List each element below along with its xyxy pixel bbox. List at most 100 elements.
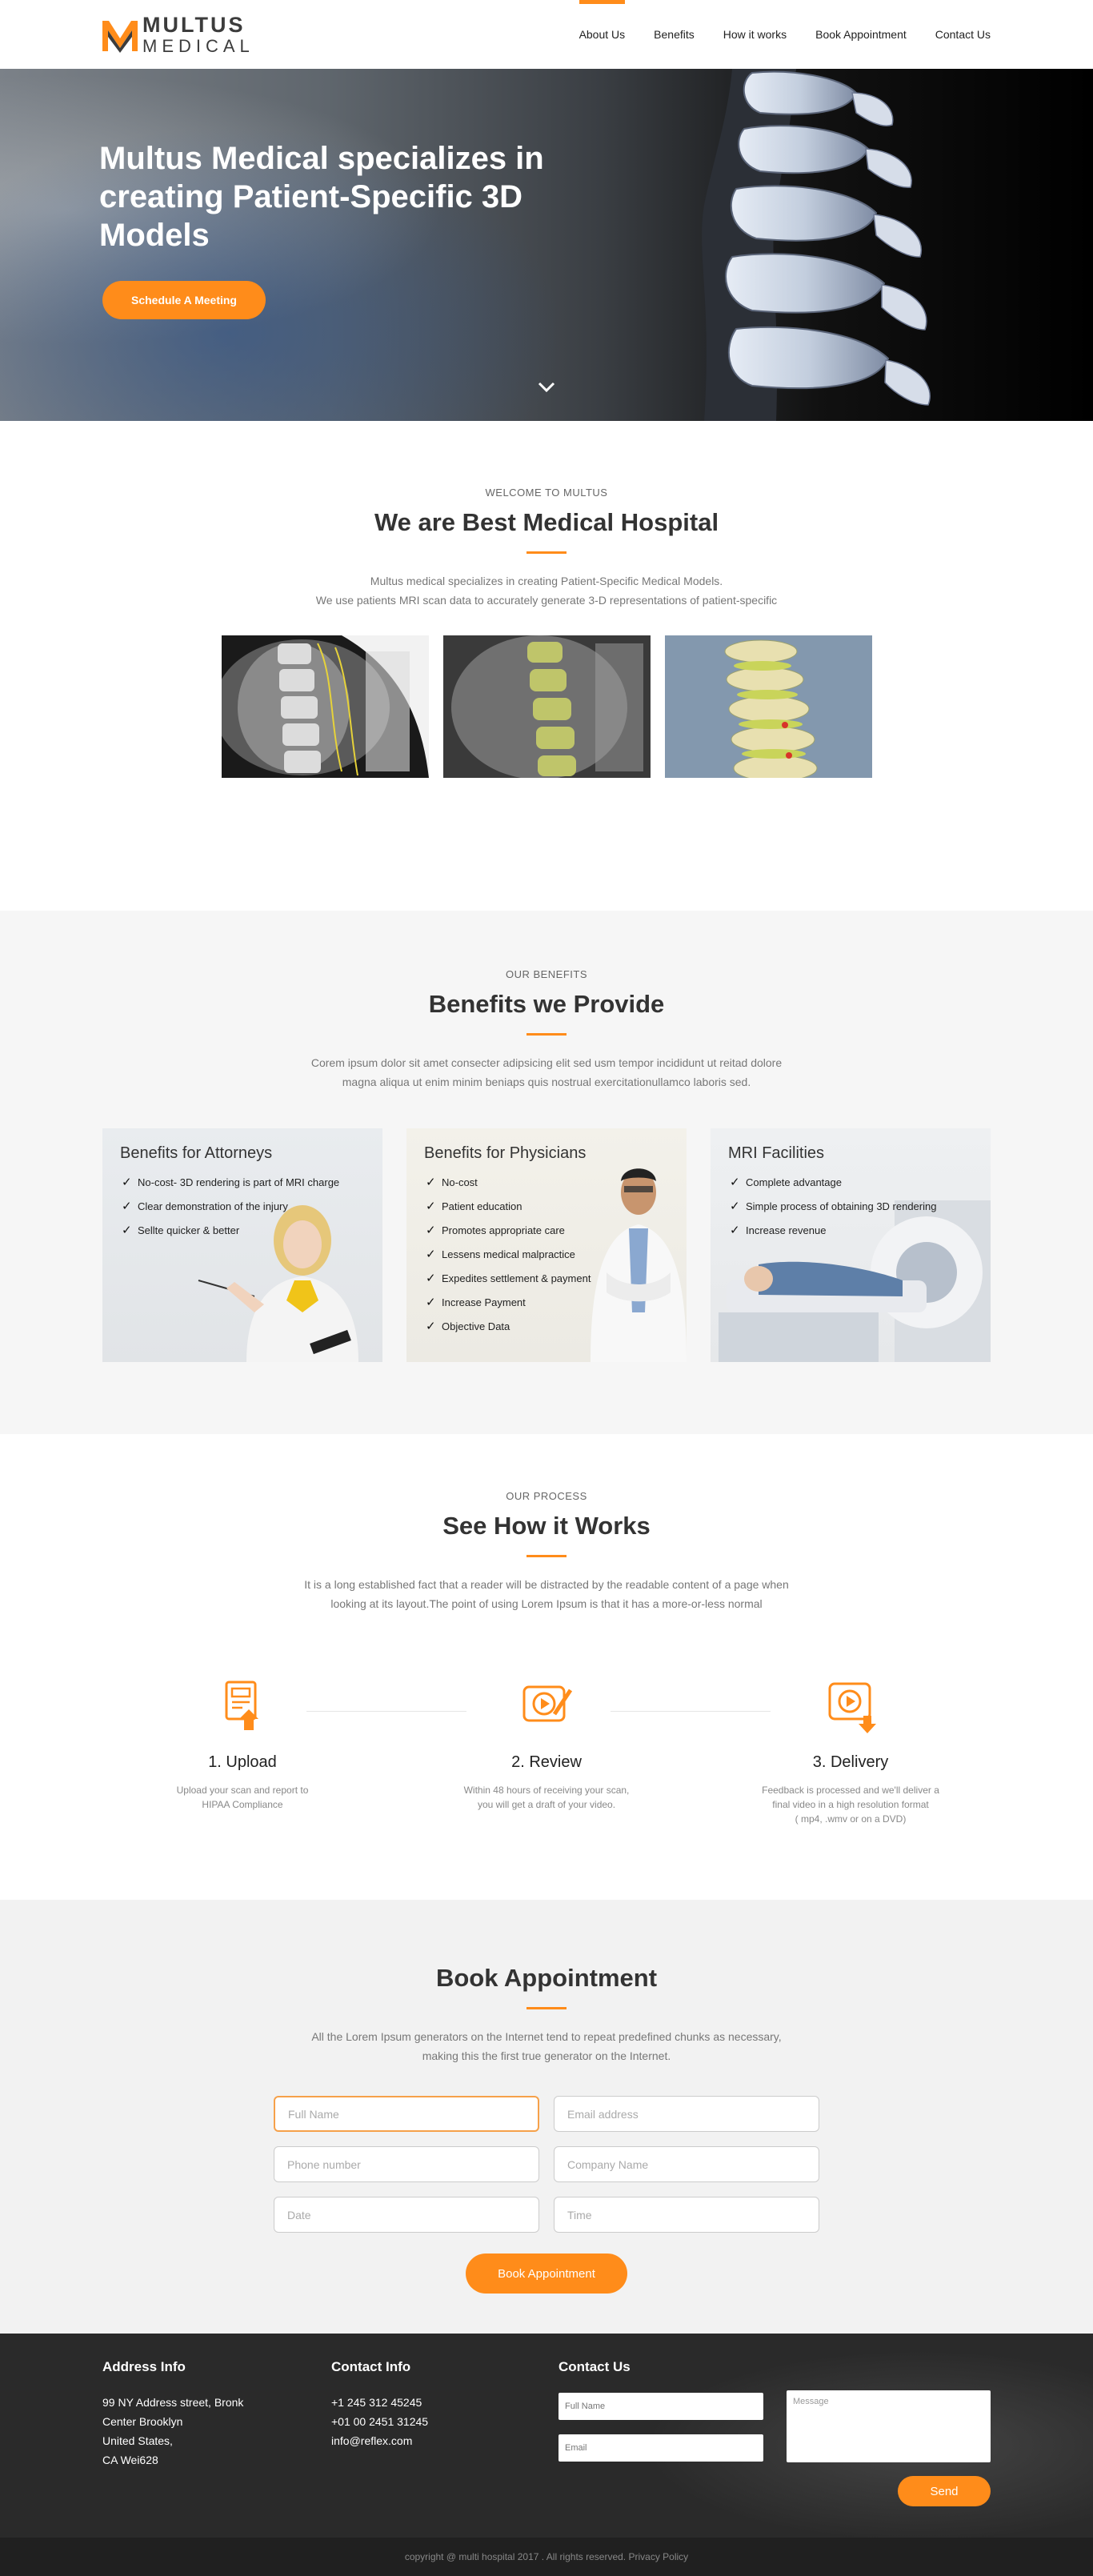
chevron-down-icon[interactable]	[537, 381, 556, 394]
benefit-card-attorneys: Benefits for Attorneys ✓ No-cost- 3D rend…	[102, 1128, 382, 1362]
nav-how-it-works[interactable]: How it works	[723, 0, 787, 69]
mri-scan-image-1	[221, 635, 429, 778]
benefits-text-line1: Corem ipsum dolor sit amet consecter adi…	[310, 1056, 783, 1069]
check-icon: ✓	[730, 1176, 740, 1189]
card-title: MRI Facilities	[728, 1144, 825, 1162]
benefit-card-physicians: Benefits for Physicians ✓ No-cost ✓ Patien…	[406, 1128, 687, 1362]
process-text: It is a long established fact that a rea…	[250, 1575, 843, 1613]
delivery-video-icon	[828, 1682, 876, 1733]
footer-form-title: Contact Us	[559, 2359, 631, 2374]
date-input[interactable]	[274, 2197, 539, 2233]
footer-email[interactable]: info@reflex.com	[331, 2434, 412, 2447]
footer-phone-2[interactable]: +01 00 2451 31245	[331, 2415, 428, 2428]
benefits-title: Benefits we Provide	[428, 990, 665, 1018]
process-text-line2: looking at its layout.The point of using…	[330, 1597, 763, 1610]
footer-name-input[interactable]	[559, 2393, 763, 2420]
copyright-bar: copyright @ multi hospital 2017 . All ri…	[0, 2538, 1093, 2576]
check-icon: ✓	[730, 1224, 740, 1237]
footer-contact-info: Contact Info +1 245 312 45245 +01 00 245…	[331, 2359, 428, 2450]
booking-section: Book Appointment All the Lorem Ipsum gen…	[0, 1900, 1093, 2334]
footer-address-title: Address Info	[102, 2359, 186, 2374]
check-icon: ✓	[122, 1176, 132, 1189]
footer-contact-title: Contact Info	[331, 2359, 411, 2374]
check-icon: ✓	[426, 1176, 436, 1189]
time-input[interactable]	[554, 2197, 819, 2233]
check-icon: ✓	[426, 1248, 436, 1261]
welcome-text-line2: We use patients MRI scan data to accurat…	[315, 594, 778, 607]
benefits-text: Corem ipsum dolor sit amet consecter adi…	[266, 1053, 827, 1092]
hero-title-bold: Multus Medical	[99, 141, 329, 176]
nav-book-appointment[interactable]: Book Appointment	[815, 0, 907, 69]
site-footer: Address Info 99 NY Address street, Bronk…	[0, 2334, 1093, 2538]
nav-benefits[interactable]: Benefits	[654, 0, 695, 69]
list-item: ✓ Lessens medical malpractice	[426, 1243, 687, 1267]
list-item: ✓ Sellte quicker & better	[122, 1219, 382, 1243]
footer-phone-1[interactable]: +1 245 312 45245	[331, 2396, 422, 2409]
welcome-title: We are Best Medical Hospital	[374, 508, 719, 536]
check-icon: ✓	[426, 1320, 436, 1333]
booking-text: All the Lorem Ipsum generators on the In…	[258, 2027, 835, 2065]
welcome-text: Multus medical specializes in creating P…	[242, 571, 851, 610]
list-item: ✓ Expedites settlement & payment	[426, 1267, 687, 1291]
hero-title: Multus Medical specializes in creating P…	[99, 139, 547, 254]
list-item: ✓ No-cost- 3D rendering is part of MRI ch…	[122, 1171, 382, 1195]
spine-model-image	[702, 69, 931, 421]
step-description: Feedback is processed and we'll deliver …	[762, 1785, 939, 1825]
book-appointment-button[interactable]: Book Appointment	[466, 2253, 627, 2294]
main-nav: About Us Benefits How it works Book Appo…	[551, 0, 991, 69]
welcome-eyebrow: WELCOME TO MULTUS	[485, 487, 608, 499]
step-upload: 1. Upload Upload your scan and report to…	[90, 1677, 394, 1826]
nav-about-us[interactable]: About Us	[579, 0, 625, 69]
scan-gallery	[0, 635, 1093, 778]
email-input[interactable]	[554, 2096, 819, 2132]
list-item: ✓ Increase Payment	[426, 1291, 687, 1315]
privacy-policy-link[interactable]: Privacy Policy	[628, 2551, 688, 2562]
title-underline	[526, 1555, 567, 1557]
step-review: 2. Review Within 48 hours of receiving y…	[394, 1677, 699, 1826]
logo[interactable]: MULTUS MEDICAL	[101, 14, 254, 54]
benefit-cards: Benefits for Attorneys ✓ No-cost- 3D rend…	[0, 1128, 1093, 1362]
check-icon: ✓	[122, 1200, 132, 1213]
check-icon: ✓	[426, 1200, 436, 1213]
upload-document-icon	[225, 1681, 258, 1730]
benefits-text-line2: magna aliqua ut enim minim beniaps quis …	[342, 1076, 751, 1088]
logo-line2: MEDICAL	[142, 35, 254, 56]
hero-banner: Multus Medical specializes in creating P…	[0, 69, 1093, 421]
step-description: Within 48 hours of receiving your scan, y…	[463, 1785, 630, 1810]
process-section: OUR PROCESS See How it Works It is a lon…	[0, 1434, 1093, 1900]
review-video-icon	[522, 1685, 573, 1722]
process-title: See How it Works	[442, 1512, 651, 1540]
spine-3d-render-image	[664, 635, 872, 778]
process-eyebrow: OUR PROCESS	[506, 1490, 587, 1502]
footer-address: Address Info 99 NY Address street, Bronk…	[102, 2359, 243, 2470]
send-button[interactable]: Send	[898, 2476, 991, 2506]
full-name-input[interactable]	[274, 2096, 539, 2132]
nav-contact-us[interactable]: Contact Us	[935, 0, 991, 69]
benefit-card-mri-facilities: MRI Facilities ✓ Complete advantage ✓ Simp…	[711, 1128, 991, 1362]
check-icon: ✓	[122, 1224, 132, 1237]
booking-text-line1: All the Lorem Ipsum generators on the In…	[311, 2030, 782, 2043]
logo-line1: MULTUS	[142, 12, 246, 37]
footer-email-input[interactable]	[559, 2434, 763, 2462]
process-text-line1: It is a long established fact that a rea…	[304, 1578, 789, 1591]
step-title: 1. Upload	[208, 1753, 277, 1771]
welcome-text-line1: Multus medical specializes in creating P…	[370, 575, 723, 587]
booking-form	[274, 2096, 819, 2233]
copyright-text: copyright @ multi hospital 2017 . All ri…	[404, 2551, 627, 2562]
footer-message-textarea[interactable]: Message	[787, 2390, 991, 2462]
check-icon: ✓	[426, 1296, 436, 1309]
company-input[interactable]	[554, 2146, 819, 2182]
title-underline	[526, 551, 567, 554]
logo-mark-icon	[102, 21, 138, 53]
list-item: ✓ Simple process of obtaining 3D renderin…	[730, 1195, 991, 1219]
title-underline	[526, 1033, 567, 1036]
phone-input[interactable]	[274, 2146, 539, 2182]
schedule-meeting-button[interactable]: Schedule A Meeting	[102, 281, 266, 319]
step-title: 3. Delivery	[812, 1753, 889, 1771]
footer-address-text: 99 NY Address street, Bronk Center Brook…	[102, 2396, 244, 2466]
list-item: ✓ Clear demonstration of the injury	[122, 1195, 382, 1219]
step-title: 2. Review	[511, 1753, 582, 1771]
welcome-section: WELCOME TO MULTUS We are Best Medical Ho…	[0, 421, 1093, 911]
benefits-section: OUR BENEFITS Benefits we Provide Corem i…	[0, 911, 1093, 1434]
list-item: ✓ No-cost	[426, 1171, 687, 1195]
